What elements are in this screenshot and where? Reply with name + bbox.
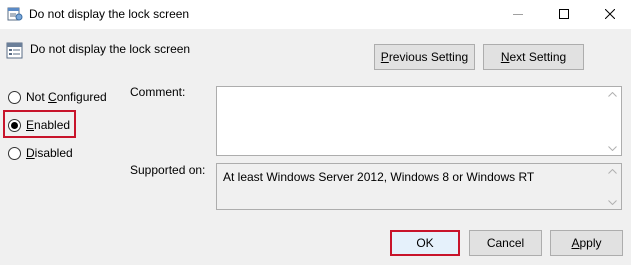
previous-setting-label: revious Setting xyxy=(388,50,469,64)
cancel-label: Cancel xyxy=(486,236,525,250)
title-bar: Do not display the lock screen xyxy=(0,0,631,29)
radio-not-configured[interactable]: Not Configured xyxy=(8,89,107,105)
ok-button[interactable]: OK xyxy=(390,230,460,256)
enabled-text: nabled xyxy=(34,118,71,132)
supported-scrollbar[interactable] xyxy=(604,164,621,209)
apply-button[interactable]: Apply xyxy=(550,230,623,256)
apply-mnemonic: A xyxy=(571,236,580,250)
radio-circle-disabled xyxy=(8,146,21,160)
comment-scrollbar[interactable] xyxy=(604,87,621,155)
disabled-text: isabled xyxy=(34,146,73,160)
policy-setting-icon xyxy=(6,42,23,59)
previous-setting-button[interactable]: Previous Setting xyxy=(374,44,475,70)
previous-setting-mnemonic: P xyxy=(380,50,389,64)
radio-enabled[interactable]: Enabled xyxy=(8,117,70,133)
disabled-mnemonic: D xyxy=(26,146,35,160)
scroll-down-icon[interactable] xyxy=(604,195,621,209)
radio-label-not-configured: Not Configured xyxy=(26,90,107,104)
close-button[interactable] xyxy=(587,0,631,29)
not-configured-text-end: onfigured xyxy=(56,90,107,104)
comment-textarea[interactable] xyxy=(216,86,622,156)
radio-circle-not-configured xyxy=(8,90,21,104)
maximize-button[interactable] xyxy=(541,0,587,29)
cancel-button[interactable]: Cancel xyxy=(469,230,542,256)
ok-label: OK xyxy=(416,236,434,250)
scroll-down-icon[interactable] xyxy=(604,141,621,155)
next-setting-button[interactable]: Next Setting xyxy=(483,44,584,70)
minimize-icon xyxy=(513,8,523,22)
window-title: Do not display the lock screen xyxy=(29,7,190,21)
next-setting-label: ext Setting xyxy=(509,50,567,64)
enabled-mnemonic: E xyxy=(26,118,35,132)
comment-label: Comment: xyxy=(130,85,186,99)
scroll-up-icon[interactable] xyxy=(604,164,621,178)
maximize-icon xyxy=(559,8,569,22)
radio-circle-enabled xyxy=(8,118,21,132)
radio-label-disabled: Disabled xyxy=(26,146,73,160)
next-setting-mnemonic: N xyxy=(500,50,510,64)
close-icon xyxy=(604,8,616,22)
supported-on-label: Supported on: xyxy=(130,163,206,177)
apply-label: pply xyxy=(579,236,602,250)
supported-on-value: At least Windows Server 2012, Windows 8 … xyxy=(223,170,535,184)
minimize-button[interactable] xyxy=(495,0,541,29)
not-configured-text-start: Not xyxy=(26,90,49,104)
not-configured-mnemonic: C xyxy=(48,90,57,104)
supported-on-box: At least Windows Server 2012, Windows 8 … xyxy=(216,163,622,210)
policy-editor-icon xyxy=(7,6,23,22)
policy-name: Do not display the lock screen xyxy=(30,42,191,56)
dialog-body: Do not display the lock screen Previous … xyxy=(0,29,631,265)
radio-disabled[interactable]: Disabled xyxy=(8,145,73,161)
scroll-up-icon[interactable] xyxy=(604,87,621,101)
radio-label-enabled: Enabled xyxy=(26,118,70,132)
